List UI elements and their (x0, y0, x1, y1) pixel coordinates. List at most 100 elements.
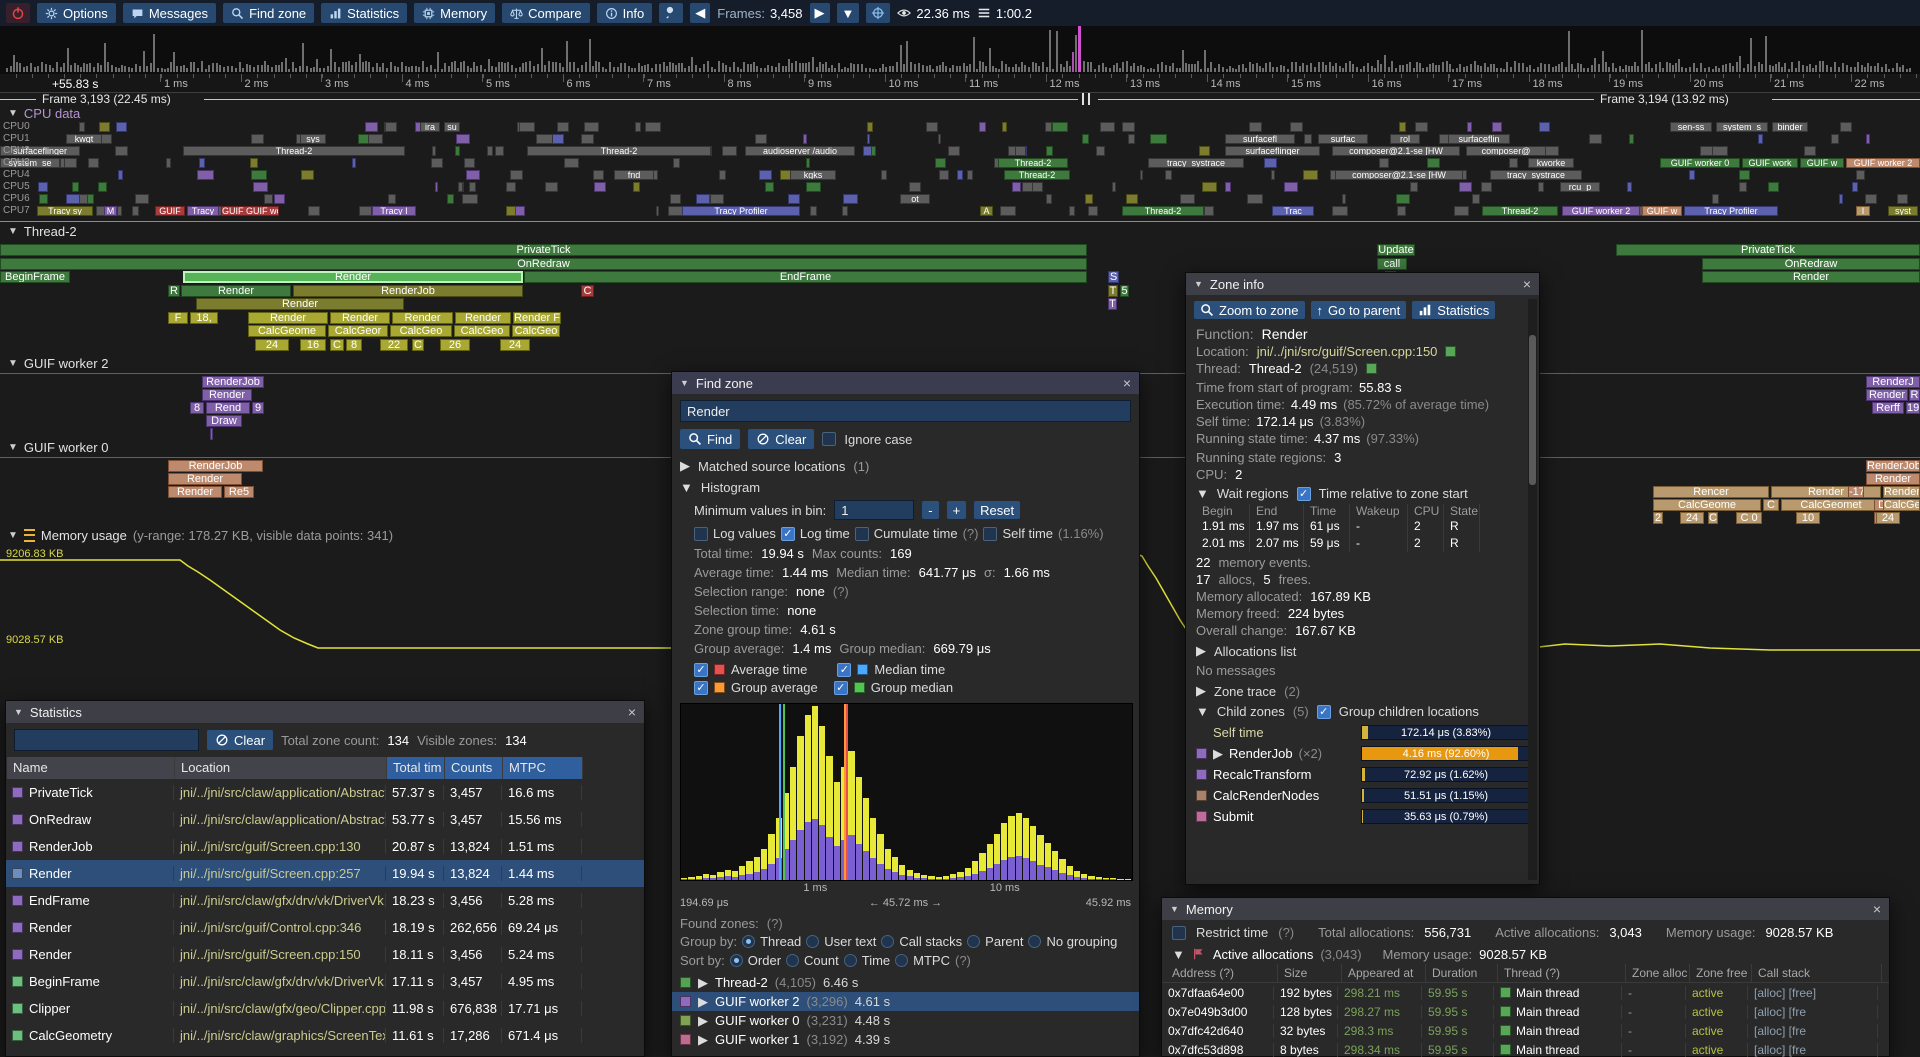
timeline-zone[interactable] (1052, 122, 1068, 132)
timeline-zone[interactable] (1865, 194, 1877, 204)
timeline-zone[interactable] (519, 122, 535, 132)
log-values-checkbox[interactable] (694, 527, 708, 541)
timeline-zone[interactable]: 24 (1876, 512, 1900, 524)
zone-trace[interactable]: Zone trace (1214, 684, 1276, 699)
timeline-zone[interactable] (1396, 194, 1410, 204)
timeline-zone[interactable]: Thread-2 (1482, 206, 1558, 216)
timeline-zone[interactable]: CalcGeo (390, 325, 452, 337)
help-icon[interactable]: (?) (1278, 925, 1294, 940)
timeline-zone[interactable]: RenderJob (168, 460, 263, 472)
average-time-checkbox[interactable]: ✓ (694, 663, 708, 677)
timeline-zone[interactable] (1897, 194, 1908, 204)
timeline-zone[interactable] (118, 170, 123, 180)
timeline-zone[interactable] (759, 170, 773, 180)
timeline-zone[interactable]: RenderJob (293, 285, 523, 297)
timeline-zone[interactable]: CalcGeo (454, 325, 510, 337)
timeline-zone[interactable] (1856, 170, 1865, 180)
column-header-name[interactable]: Name (7, 757, 175, 779)
timeline-zone[interactable] (843, 194, 858, 204)
timeline-zone[interactable] (1831, 134, 1839, 144)
column-header-total-tim[interactable]: Total tim ▼ (387, 757, 445, 779)
timeline-zone[interactable]: GUIF w (1800, 158, 1844, 168)
timeline-zone[interactable] (1840, 122, 1852, 132)
timeline-zone[interactable] (1539, 122, 1550, 132)
timeline-zone[interactable]: 9 (252, 402, 264, 414)
timeline-zone[interactable]: Rencer (1653, 486, 1769, 498)
tools-button[interactable] (659, 3, 683, 23)
timeline-zone[interactable] (867, 134, 870, 144)
timeline-zone[interactable]: 5 (1120, 285, 1129, 297)
group-by-radio-parent[interactable] (967, 935, 980, 948)
timeline-zone[interactable] (1427, 158, 1440, 168)
timeline-zone[interactable] (719, 170, 725, 180)
timeline-zone[interactable] (1689, 170, 1695, 180)
messages-button[interactable]: Messages (123, 3, 216, 23)
timeline-zone[interactable]: 8 (346, 339, 362, 351)
table-row[interactable]: CalcGeometryjni/../jni/src/claw/graphics… (6, 1022, 644, 1049)
time-ruler[interactable]: +55.83 s 1 ms2 ms3 ms4 ms5 ms6 ms7 ms8 m… (0, 74, 1920, 93)
timeline-zone[interactable]: Thread-2 (1122, 206, 1204, 216)
timeline-zone[interactable] (1046, 146, 1053, 156)
expand-icon[interactable]: ▶ (1196, 683, 1206, 699)
timeline-zone[interactable] (447, 194, 454, 204)
mem-column-size[interactable]: Size (1278, 964, 1342, 982)
thread-header-guif-worker-2[interactable]: ▼GUIF worker 2 (8, 356, 108, 371)
timeline-zone[interactable]: OnRedraw (0, 258, 1087, 270)
timeline-zone[interactable] (253, 182, 268, 192)
timeline-zone[interactable]: rcu_p (1560, 182, 1600, 192)
timeline-zone[interactable] (115, 146, 128, 156)
timeline-zone[interactable]: composer@ (1466, 146, 1546, 156)
timeline-zone[interactable] (1264, 158, 1277, 168)
timeline-zone[interactable] (510, 170, 523, 180)
timeline-zone[interactable]: 24 (500, 339, 530, 351)
group-by-radio-call-stacks[interactable] (881, 935, 894, 948)
timeline-zone[interactable]: composer@2.1-se [HW (1332, 146, 1460, 156)
statistics-window-titlebar[interactable]: ▼ Statistics × (6, 701, 644, 723)
child-zone-row[interactable]: Submit35.63 μs (0.79%) (1196, 806, 1531, 827)
timeline-zone[interactable] (1627, 182, 1632, 192)
wait-regions-label[interactable]: Wait regions (1217, 486, 1289, 501)
timeline-zone[interactable]: RenderJob (202, 376, 264, 388)
timeline-zone[interactable] (806, 182, 821, 192)
timeline-zone[interactable] (1140, 170, 1143, 180)
timeline-zone[interactable] (1000, 206, 1016, 216)
timeline-zone[interactable]: 19 (1906, 402, 1920, 414)
frames-row[interactable]: Frame 3,193 (22.45 ms) Frame 3,194 (13.9… (0, 92, 1920, 106)
timeline-zone[interactable] (365, 122, 378, 132)
timeline-zone[interactable]: Render (392, 312, 453, 324)
timeline-zone[interactable]: Thread-2 (183, 146, 405, 156)
timeline-zone[interactable] (1629, 134, 1634, 144)
timeline-zone[interactable] (1008, 146, 1016, 156)
timeline-zone[interactable]: GUIF worker 2 (1846, 158, 1920, 168)
timeline-zone[interactable] (696, 194, 710, 204)
timeline-zone[interactable]: GUIF w (1642, 206, 1682, 216)
timeline-zone[interactable] (1290, 122, 1304, 132)
timeline-zone[interactable]: GUIF work (1742, 158, 1798, 168)
timeline-zone[interactable] (645, 122, 661, 132)
timeline-zone[interactable]: ot (900, 194, 930, 204)
table-row[interactable]: OnRedrawjni/../jni/src/claw/application/… (6, 806, 644, 833)
timeline-zone[interactable] (1303, 170, 1318, 180)
timeline-zone[interactable]: PrivateTick (0, 244, 1087, 256)
timeline-zone[interactable] (1088, 206, 1098, 216)
timeline-zone[interactable]: kworke (1528, 158, 1574, 168)
zone-info-window-titlebar[interactable]: ▼ Zone info × (1186, 273, 1539, 295)
child-zone-row[interactable]: ▶RenderJob(×2)4.16 ms (92.60%) (1196, 743, 1531, 764)
memory-usage-header[interactable]: ▼ Memory usage (y-range: 178.27 KB, visi… (8, 528, 393, 543)
timeline-zone[interactable] (72, 182, 80, 192)
mem-column-duration[interactable]: Duration (1426, 964, 1498, 982)
timeline-zone[interactable] (79, 122, 85, 132)
timeline-zone[interactable] (1249, 122, 1262, 132)
find-zone-window-titlebar[interactable]: ▼ Find zone × (672, 372, 1139, 394)
timeline-zone[interactable] (506, 182, 516, 192)
timeline-zone[interactable] (66, 194, 81, 204)
timeline-zone[interactable] (385, 122, 397, 132)
memory-events-label[interactable]: memory events. (1218, 555, 1310, 570)
timeline-zone[interactable] (1100, 122, 1115, 132)
group-by-radio-no-grouping[interactable] (1028, 935, 1041, 948)
decrement-button[interactable]: - (922, 501, 938, 519)
timeline-zone[interactable]: Render (248, 312, 328, 324)
timeline-zone[interactable] (1472, 194, 1480, 204)
timeline-zone[interactable] (881, 170, 887, 180)
timeline-zone[interactable] (87, 194, 94, 204)
